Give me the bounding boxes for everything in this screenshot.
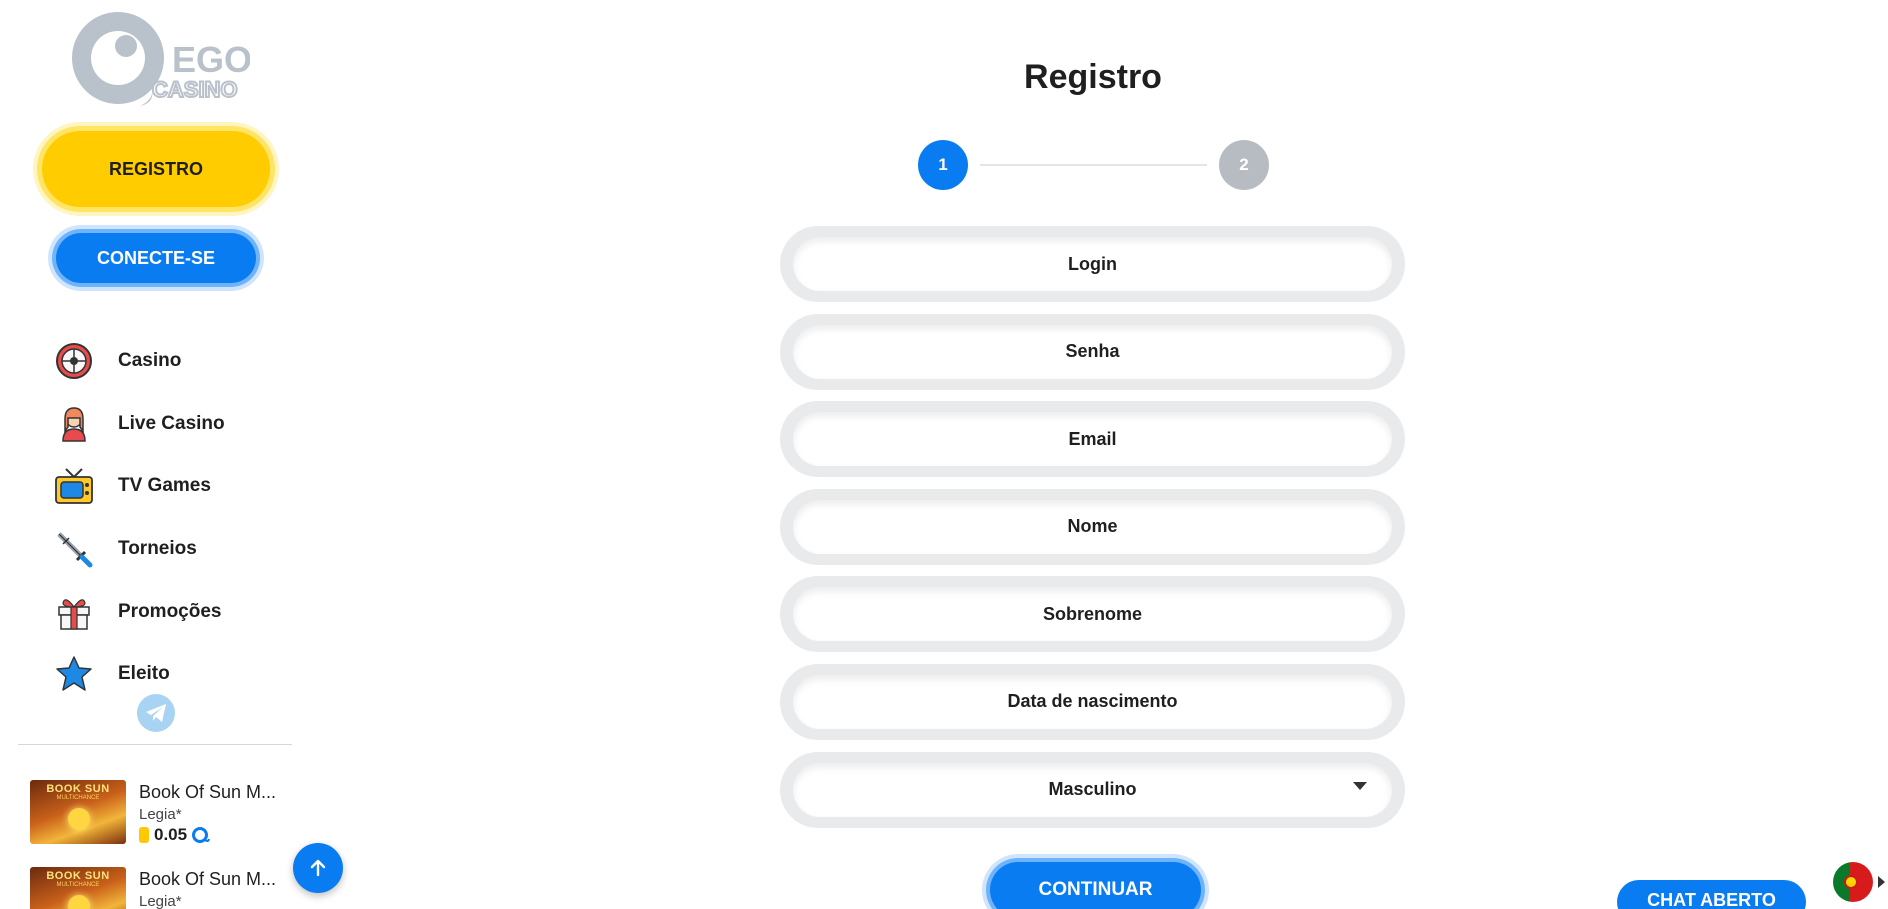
roulette-icon [54, 341, 94, 381]
email-field-wrapper [780, 401, 1405, 478]
step-2-indicator: 2 [1219, 140, 1269, 190]
registration-stepper: 1 2 [918, 140, 1269, 190]
sidebar-item-label: Eleito [118, 663, 170, 685]
continue-button[interactable]: CONTINUAR [990, 862, 1201, 909]
telegram-icon[interactable] [137, 694, 175, 732]
birthdate-field[interactable] [793, 674, 1392, 729]
sidebar-item-label: Promoções [118, 600, 222, 622]
registration-form: Masculino [780, 226, 1405, 839]
gender-select-value: Masculino [1048, 779, 1137, 800]
step-1-indicator: 1 [918, 140, 968, 190]
password-field-wrapper [780, 313, 1405, 390]
tv-icon [54, 466, 94, 506]
dealer-icon [54, 404, 94, 444]
list-item[interactable]: BOOK SUN MULTICHANCE Book Of Sun M... Le… [30, 780, 310, 867]
open-chat-label: CHAT ABERTO [1647, 890, 1776, 909]
last-name-field[interactable] [793, 587, 1392, 642]
sidebar-item-promocoes[interactable]: Promoções [54, 580, 294, 643]
flag-seal [1844, 875, 1858, 889]
page-title: Registro [1024, 58, 1162, 96]
game-thumbnail[interactable]: BOOK SUN MULTICHANCE [30, 867, 126, 909]
star-icon [54, 654, 94, 694]
birthdate-field-wrapper [780, 663, 1405, 740]
swords-icon [54, 529, 94, 569]
last-name-field-wrapper [780, 576, 1405, 653]
list-item[interactable]: BOOK SUN MULTICHANCE Book Of Sun M... Le… [30, 867, 310, 909]
coin-icon [139, 827, 149, 843]
gift-icon [54, 592, 94, 632]
stepper-line [980, 164, 1207, 166]
first-name-field-wrapper [780, 488, 1405, 565]
gender-select[interactable]: Masculino [793, 762, 1392, 817]
ego-mini-logo-icon [192, 827, 211, 843]
sidebar-item-label: Torneios [118, 538, 197, 560]
sidebar-item-tv-games[interactable]: TV Games [54, 455, 294, 518]
login-button[interactable]: CONECTE-SE [56, 233, 256, 283]
gender-select-wrapper: Masculino [780, 751, 1405, 828]
win-game-title: Book Of Sun M... [139, 869, 277, 889]
game-thumbnail[interactable]: BOOK SUN MULTICHANCE [30, 780, 126, 844]
password-field[interactable] [793, 324, 1392, 379]
login-button-label: CONECTE-SE [96, 247, 215, 268]
sun-emblem [68, 895, 90, 909]
chevron-down-icon [1353, 781, 1367, 790]
open-chat-button[interactable]: CHAT ABERTO [1617, 880, 1806, 909]
register-button-label: REGISTRO [108, 158, 203, 179]
sidebar-nav: Casino Live Casino TV Games Torneios Pro… [54, 330, 294, 706]
sidebar-item-torneios[interactable]: Torneios [54, 518, 294, 581]
chevron-right-icon[interactable] [1878, 876, 1885, 888]
win-game-title: Book Of Sun M... [139, 782, 277, 802]
register-button[interactable]: REGISTRO [42, 131, 270, 207]
login-field-wrapper [780, 226, 1405, 302]
sidebar-item-casino[interactable]: Casino [54, 330, 294, 393]
sidebar-item-label: Live Casino [118, 412, 225, 434]
win-amount: 0.05 [139, 825, 276, 845]
email-field[interactable] [793, 412, 1392, 467]
continue-button-label: CONTINUAR [1038, 879, 1153, 900]
scroll-to-top-button[interactable] [293, 843, 343, 893]
win-user: Legia* [139, 893, 182, 909]
recent-wins-list: BOOK SUN MULTICHANCE Book Of Sun M... Le… [30, 780, 310, 909]
sidebar: EGO CASINO REGISTRO CONECTE-SE Casino Li… [0, 0, 310, 909]
sidebar-item-label: TV Games [118, 475, 211, 497]
sidebar-item-eleito[interactable]: Eleito [54, 643, 294, 706]
first-name-field[interactable] [793, 499, 1392, 554]
sidebar-item-label: Casino [118, 350, 182, 372]
arrow-up-icon [310, 859, 326, 877]
login-field[interactable] [793, 237, 1392, 291]
sidebar-item-live-casino[interactable]: Live Casino [54, 393, 294, 456]
sidebar-divider [18, 744, 292, 745]
win-user: Legia* [139, 806, 182, 823]
language-flag-portugal-icon[interactable] [1833, 862, 1873, 902]
sun-emblem [68, 808, 90, 830]
